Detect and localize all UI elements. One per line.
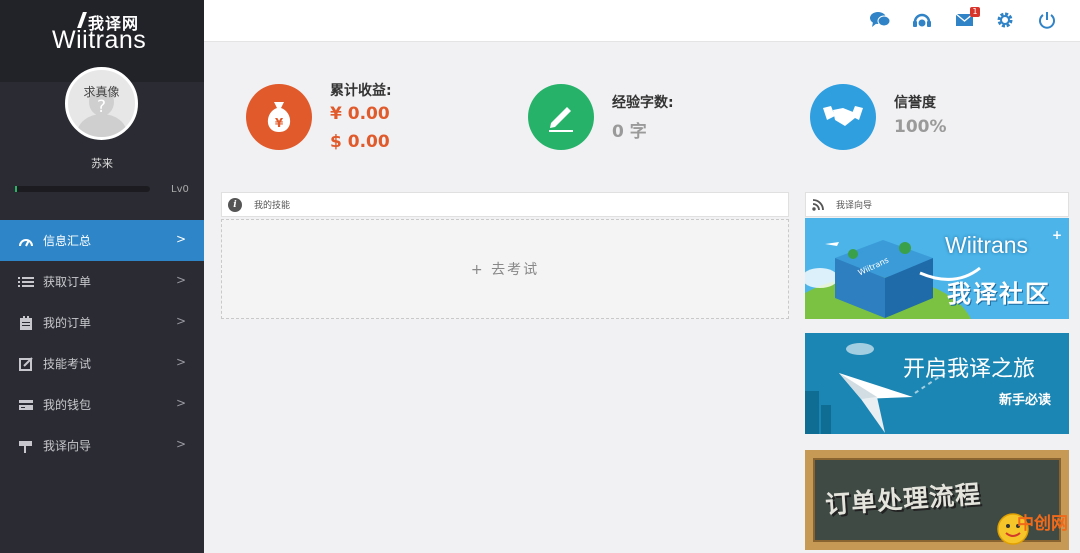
- level-progress-fill: [15, 186, 17, 192]
- sidebar-item-label: 获取订单: [43, 275, 92, 289]
- skills-panel-header: i 我的技能: [221, 192, 789, 217]
- experience-value: 0 字: [612, 122, 647, 142]
- money-bag-icon: ¥: [246, 84, 312, 150]
- plus-icon: +: [1052, 228, 1063, 242]
- journey-title: 开启我译之旅: [903, 357, 1036, 382]
- earnings-usd: $ 0.00: [330, 132, 390, 152]
- sidebar-item-label: 我译向导: [43, 439, 92, 453]
- chevron-right-icon: >: [175, 232, 186, 246]
- chevron-right-icon: >: [175, 355, 186, 369]
- sidebar-nav: 信息汇总 > 获取订单 > 我的订单 > 技能考试 > 我的钱包 > 我译向导 …: [0, 220, 204, 466]
- avatar[interactable]: 求真像 ?: [65, 67, 138, 140]
- community-banner[interactable]: Wiitrans Wiitrans + 我译社区: [805, 218, 1069, 319]
- avatar-question-mark: ?: [96, 97, 107, 117]
- chevron-right-icon: >: [175, 396, 186, 410]
- username: 苏来: [91, 157, 113, 170]
- sidebar-item-label: 信息汇总: [43, 234, 92, 248]
- info-icon: i: [228, 197, 242, 212]
- community-brand: Wiitrans: [945, 232, 1029, 258]
- level-label: Lv0: [171, 184, 189, 195]
- sidebar-item-skill-exam[interactable]: 技能考试 >: [0, 343, 204, 384]
- sidebar: 我译网 Wiitrans 求真像 ? 苏来 Lv0 信息汇总 > 获取订单 >: [0, 0, 204, 553]
- power-icon[interactable]: [1038, 11, 1058, 31]
- skills-panel-title: 我的技能: [254, 201, 291, 211]
- logo-english: Wiitrans: [52, 26, 147, 54]
- list-icon: [17, 275, 35, 289]
- level-progress-bar: [15, 186, 150, 192]
- sidebar-item-my-orders[interactable]: 我的订单 >: [0, 302, 204, 343]
- watermark-text: 中创网: [1017, 514, 1068, 534]
- guide-panel-title: 我译向导: [836, 201, 873, 211]
- signpost-icon: [17, 439, 35, 453]
- sidebar-item-summary[interactable]: 信息汇总 >: [0, 220, 204, 261]
- earnings-title: 累计收益:: [330, 83, 392, 99]
- sidebar-item-get-orders[interactable]: 获取订单 >: [0, 261, 204, 302]
- sidebar-item-label: 技能考试: [43, 357, 92, 371]
- reputation-value: 100%: [894, 117, 947, 137]
- clipboard-icon: [17, 315, 35, 330]
- chevron-right-icon: >: [175, 437, 186, 451]
- pencil-icon: [528, 84, 594, 150]
- watermark: 中创网: [995, 505, 1077, 551]
- sidebar-item-label: 我的钱包: [43, 398, 92, 412]
- mail-icon[interactable]: 1: [955, 7, 980, 31]
- journey-subtitle: 新手必读: [999, 393, 1052, 408]
- headset-icon[interactable]: [912, 11, 932, 31]
- experience-title: 经验字数:: [612, 95, 674, 111]
- earnings-cny: ¥ 0.00: [330, 104, 390, 124]
- guide-panel-header: 我译向导: [805, 192, 1069, 217]
- chevron-right-icon: >: [175, 314, 186, 328]
- reputation-title: 信誉度: [894, 95, 936, 111]
- journey-banner[interactable]: 开启我译之旅 新手必读: [805, 333, 1069, 434]
- handshake-icon: [810, 84, 876, 150]
- dashboard-icon: [17, 234, 35, 248]
- chevron-right-icon: >: [175, 273, 186, 287]
- mail-badge: 1: [970, 7, 980, 17]
- chat-icon[interactable]: [870, 11, 891, 31]
- take-exam-button[interactable]: + 去考试: [221, 219, 789, 319]
- rss-icon: [812, 198, 824, 211]
- top-bar: 1: [204, 0, 1080, 42]
- sidebar-item-wallet[interactable]: 我的钱包 >: [0, 384, 204, 425]
- wallet-icon: [17, 398, 35, 412]
- sidebar-item-label: 我的订单: [43, 316, 92, 330]
- community-title: 我译社区: [947, 280, 1051, 308]
- sidebar-item-guide[interactable]: 我译向导 >: [0, 425, 204, 466]
- edit-icon: [17, 356, 35, 371]
- gear-icon[interactable]: [996, 11, 1016, 31]
- svg-text:¥: ¥: [275, 116, 284, 130]
